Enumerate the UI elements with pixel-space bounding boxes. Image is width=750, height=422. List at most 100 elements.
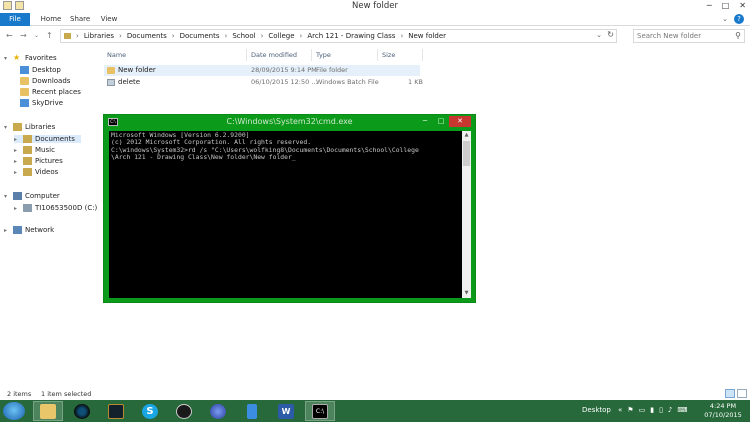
tab-share[interactable]: Share <box>70 13 90 26</box>
volume-icon[interactable]: ♪ <box>668 406 672 414</box>
maximize-icon[interactable]: □ <box>433 116 449 127</box>
chevron-down-icon[interactable]: ⌄ <box>596 31 602 39</box>
scroll-up-icon[interactable]: ▲ <box>462 131 471 140</box>
taskbar-spark[interactable] <box>203 401 233 421</box>
search-icon[interactable]: ⚲ <box>735 31 741 40</box>
help-icon[interactable]: ? <box>734 14 744 24</box>
scroll-down-icon[interactable]: ▼ <box>462 289 471 298</box>
start-orb-icon[interactable] <box>3 402 25 420</box>
table-row[interactable]: delete 06/10/2015 12:50 ... Windows Batc… <box>104 77 423 88</box>
minimize-icon[interactable]: ─ <box>707 1 712 10</box>
libraries-icon <box>13 123 22 131</box>
file-name: New folder <box>118 66 156 74</box>
up-icon[interactable]: ↑ <box>46 31 53 40</box>
table-row[interactable]: New folder 28/09/2015 9:14 PM File folde… <box>104 65 420 76</box>
back-icon[interactable]: ← <box>6 31 13 40</box>
collapse-icon[interactable]: ▾ <box>4 55 10 62</box>
expand-icon[interactable]: ▸ <box>14 169 20 176</box>
nav-recent-places[interactable]: Recent places <box>20 88 81 96</box>
maximize-icon[interactable]: □ <box>722 1 730 10</box>
nav-music[interactable]: ▸ Music <box>14 146 55 154</box>
collapse-icon[interactable]: ▾ <box>4 124 10 131</box>
taskbar-cmd[interactable]: C:\ <box>305 401 335 421</box>
flag-icon[interactable]: ⚑ <box>627 406 633 414</box>
close-icon[interactable]: ✕ <box>449 116 471 127</box>
refresh-icon[interactable]: ↻ <box>607 30 614 39</box>
scroll-thumb[interactable] <box>463 141 470 166</box>
nav-libraries[interactable]: ▾ Libraries <box>4 123 55 131</box>
file-name: delete <box>118 78 141 86</box>
nav-desktop[interactable]: Desktop <box>20 66 61 74</box>
nav-downloads[interactable]: Downloads <box>20 77 70 85</box>
nav-pictures[interactable]: ▸ Pictures <box>14 157 63 165</box>
recent-locations-icon[interactable]: ⌄ <box>34 32 39 39</box>
display-icon[interactable]: ▭ <box>639 406 646 414</box>
collapse-icon[interactable]: ▾ <box>4 193 10 200</box>
taskbar-word[interactable]: W <box>271 401 301 421</box>
usb-drive-icon <box>247 403 257 419</box>
videos-icon <box>23 168 32 176</box>
taskbar-disc-app[interactable] <box>67 401 97 421</box>
console-output[interactable]: Microsoft Windows [Version 6.2.9200] (c) … <box>109 131 464 298</box>
cmd-window-controls: ─ □ ✕ <box>417 116 471 127</box>
minimize-icon[interactable]: ─ <box>417 116 433 127</box>
console-line: \Arch 121 - Drawing Class\New folder\New… <box>111 153 296 162</box>
nav-computer[interactable]: ▾ Computer <box>4 192 60 200</box>
cmd-title-bar[interactable]: C:\ C:\Windows\System32\cmd.exe ─ □ ✕ <box>104 115 475 129</box>
taskbar-skype[interactable]: S <box>135 401 165 421</box>
column-type[interactable]: Type <box>316 51 331 59</box>
taskbar-steam[interactable] <box>169 401 199 421</box>
cmd-window[interactable]: C:\ C:\Windows\System32\cmd.exe ─ □ ✕ Mi… <box>103 114 476 303</box>
tab-home[interactable]: Home <box>40 13 62 26</box>
breadcrumb-arch-121[interactable]: Arch 121 - Drawing Class <box>307 32 395 40</box>
column-size[interactable]: Size <box>382 51 395 59</box>
nav-drive-c[interactable]: ▸ TI10653500D (C:) <box>14 204 97 212</box>
forward-icon[interactable]: → <box>20 31 27 40</box>
close-icon[interactable]: ✕ <box>739 1 746 10</box>
breadcrumb-new-folder[interactable]: New folder <box>408 32 446 40</box>
large-icons-view-icon[interactable] <box>737 389 747 398</box>
search-input[interactable]: Search New folder ⚲ <box>633 29 745 43</box>
file-type: Windows Batch File <box>316 78 379 86</box>
taskbar-league[interactable] <box>101 401 131 421</box>
breadcrumb-school[interactable]: School <box>232 32 255 40</box>
nav-videos[interactable]: ▸ Videos <box>14 168 58 176</box>
file-list-header: Name Date modified Type Size <box>104 49 424 61</box>
desktop-toolbar[interactable]: Desktop <box>582 406 611 414</box>
league-of-legends-icon <box>108 403 124 419</box>
clock-date: 07/10/2015 <box>704 411 742 419</box>
breadcrumb-libraries[interactable]: Libraries <box>84 32 114 40</box>
tab-file[interactable]: File <box>0 13 30 26</box>
clock[interactable]: 4:24 PM 07/10/2015 <box>703 402 743 420</box>
show-hidden-icons-icon[interactable]: « <box>618 406 622 414</box>
nav-skydrive[interactable]: SkyDrive <box>20 99 63 107</box>
details-view-icon[interactable] <box>725 389 735 398</box>
column-date-modified[interactable]: Date modified <box>251 51 297 59</box>
expand-icon[interactable]: ▸ <box>14 147 20 154</box>
expand-ribbon-icon[interactable]: ⌄ <box>722 15 728 23</box>
expand-icon[interactable]: ▸ <box>14 205 20 212</box>
column-name[interactable]: Name <box>107 51 126 59</box>
nav-network[interactable]: ▸ Network <box>4 226 54 234</box>
battery-icon[interactable]: ▯ <box>659 406 663 414</box>
keyboard-icon[interactable]: ⌨ <box>677 406 687 414</box>
expand-icon[interactable]: ▸ <box>4 227 10 234</box>
drive-icon <box>23 204 32 212</box>
expand-icon[interactable]: ▸ <box>14 136 20 143</box>
expand-icon[interactable]: ▸ <box>14 158 20 165</box>
breadcrumb-documents-2[interactable]: Documents <box>180 32 220 40</box>
documents-icon <box>23 135 32 143</box>
nav-favorites[interactable]: ▾ ★ Favorites <box>4 54 57 63</box>
cmd-scrollbar[interactable]: ▲ ▼ <box>462 131 471 298</box>
tab-view[interactable]: View <box>100 13 118 26</box>
network-icon <box>13 226 22 234</box>
breadcrumb-documents[interactable]: Documents <box>127 32 167 40</box>
libraries-icon <box>64 33 71 39</box>
selection-count: 1 item selected <box>41 390 92 398</box>
breadcrumb-college[interactable]: College <box>268 32 294 40</box>
taskbar-usb[interactable] <box>237 401 267 421</box>
taskbar-file-explorer[interactable] <box>33 401 63 421</box>
network-signal-icon[interactable]: ▮ <box>650 406 654 414</box>
nav-documents[interactable]: ▸ Documents <box>14 135 81 143</box>
address-bar[interactable]: › Libraries › Documents › Documents › Sc… <box>60 29 617 43</box>
